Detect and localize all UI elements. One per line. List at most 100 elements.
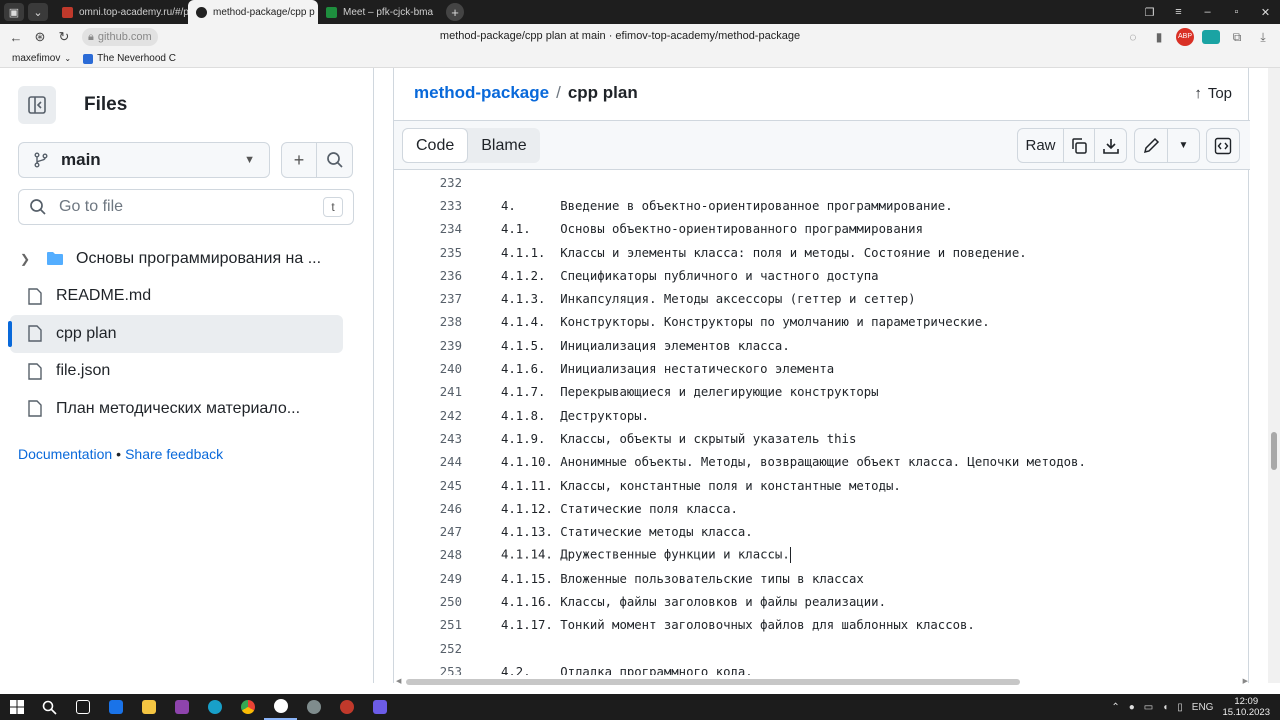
documentation-link[interactable]: Documentation [18, 446, 112, 462]
battery-icon[interactable]: ▯ [1177, 702, 1183, 713]
tabs-dropdown-button[interactable]: ⌄ [28, 3, 48, 21]
browser-menu-button[interactable]: ▣ [4, 3, 24, 21]
page-scrollbar[interactable] [1268, 68, 1280, 683]
taskbar-chrome[interactable] [231, 694, 264, 720]
bookmark-icon[interactable]: ▮ [1150, 30, 1168, 44]
line-number[interactable]: 248 [394, 548, 462, 562]
extension-icon[interactable] [1202, 30, 1220, 44]
bookmark-label: The Neverhood C [97, 53, 176, 64]
line-number[interactable]: 236 [394, 269, 462, 283]
horizontal-scrollbar[interactable]: ◀ ▶ [394, 677, 1250, 687]
chrome-icon [240, 700, 255, 714]
protect-icon[interactable]: ⊛ [28, 29, 52, 45]
url-field[interactable]: 🔒︎ github.com [82, 28, 158, 46]
translate-icon[interactable]: ◌ [1124, 30, 1142, 44]
taskbar-explorer[interactable] [132, 694, 165, 720]
tree-item-readme[interactable]: README.md [0, 278, 374, 316]
scrollbar-thumb[interactable] [1271, 432, 1277, 470]
line-number[interactable]: 252 [394, 642, 462, 656]
download-icon[interactable]: ⤓ [1254, 30, 1272, 45]
tree-item-folder[interactable]: ❯ Основы программирования на ... [0, 240, 374, 278]
tab-github[interactable]: method-package/cpp p ✕ [188, 0, 318, 24]
meet-favicon-icon [326, 6, 337, 18]
line-number[interactable]: 247 [394, 525, 462, 539]
line-number[interactable]: 241 [394, 385, 462, 399]
line-number[interactable]: 242 [394, 409, 462, 423]
line-number[interactable]: 244 [394, 455, 462, 469]
line-number[interactable]: 253 [394, 665, 462, 675]
line-number[interactable]: 239 [394, 339, 462, 353]
line-number[interactable]: 250 [394, 595, 462, 609]
taskbar-app-2[interactable] [330, 694, 363, 720]
collapse-sidebar-button[interactable] [18, 86, 56, 124]
scrollbar-thumb[interactable] [406, 679, 1020, 685]
tab-blame[interactable]: Blame [468, 128, 539, 163]
add-file-button[interactable]: + [281, 142, 317, 178]
microphone-icon[interactable]: ● [1129, 702, 1135, 713]
new-tab-button[interactable]: + [446, 3, 464, 21]
bookmark-neverhood[interactable]: The Neverhood C [83, 53, 176, 64]
search-button[interactable] [317, 142, 353, 178]
close-window-icon[interactable]: ✕ [1251, 6, 1280, 19]
minimize-icon[interactable]: – [1193, 6, 1222, 19]
branch-selector[interactable]: main ▼ [18, 142, 270, 178]
clock[interactable]: 12:09 15.10.2023 [1222, 696, 1270, 718]
line-content: 4.1.12. Статические поля класса. [501, 501, 738, 516]
line-number[interactable]: 243 [394, 432, 462, 446]
taskbar-app-1[interactable] [297, 694, 330, 720]
tree-item-file-json[interactable]: file.json [0, 353, 374, 391]
taskbar-search-button[interactable] [33, 694, 66, 720]
tab-omni[interactable]: omni.top-academy.ru/#/pi [54, 0, 188, 24]
share-feedback-link[interactable]: Share feedback [125, 446, 223, 462]
line-number[interactable]: 240 [394, 362, 462, 376]
line-number[interactable]: 238 [394, 315, 462, 329]
start-button[interactable] [0, 694, 33, 720]
top-button[interactable]: ↑ Top [1194, 85, 1232, 102]
folder-icon [141, 700, 156, 714]
edit-button[interactable] [1135, 129, 1168, 162]
tab-code[interactable]: Code [402, 128, 469, 163]
symbols-panel-button[interactable] [1206, 128, 1240, 163]
breadcrumb-repo-link[interactable]: method-package [414, 83, 549, 103]
taskbar-visual-studio[interactable] [165, 694, 198, 720]
language-indicator[interactable]: ENG [1192, 702, 1214, 713]
line-number[interactable]: 245 [394, 479, 462, 493]
raw-button[interactable]: Raw [1018, 129, 1064, 162]
line-number[interactable]: 233 [394, 199, 462, 213]
adblock-icon[interactable]: ABP [1176, 28, 1194, 46]
network-icon[interactable]: ▭ [1144, 702, 1153, 713]
volume-icon[interactable]: ◖ [1162, 702, 1168, 713]
code-line: 252 [394, 637, 1250, 660]
copy-raw-button[interactable] [1064, 129, 1095, 162]
edit-options-button[interactable]: ▼ [1168, 129, 1199, 162]
tree-item-cpp-plan[interactable]: cpp plan [8, 315, 343, 353]
menu-icon[interactable]: ≡ [1164, 6, 1193, 19]
back-icon[interactable]: ← [4, 30, 28, 45]
line-number[interactable]: 234 [394, 222, 462, 236]
collections-icon[interactable]: ⧉ [1228, 30, 1246, 45]
line-number[interactable]: 251 [394, 618, 462, 632]
bookmark-profile[interactable]: maxefimov ⌄ [12, 53, 71, 64]
taskbar-yandex-browser[interactable] [264, 694, 297, 720]
tab-meet[interactable]: Meet – pfk-cjck-bma [318, 0, 438, 24]
line-number[interactable]: 237 [394, 292, 462, 306]
scroll-right-icon[interactable]: ▶ [1243, 677, 1248, 685]
line-number[interactable]: 249 [394, 572, 462, 586]
code-view[interactable]: 232 233 4. Введение в объектно-ориентирова… [394, 171, 1250, 675]
download-raw-button[interactable] [1095, 129, 1126, 162]
taskbar-edge[interactable] [198, 694, 231, 720]
chevron-up-icon[interactable]: ⌃ [1111, 702, 1119, 713]
tree-item-plan[interactable]: План методических материало... [0, 390, 374, 428]
taskbar-vscode[interactable] [363, 694, 396, 720]
line-number[interactable]: 246 [394, 502, 462, 516]
scroll-left-icon[interactable]: ◀ [396, 677, 401, 685]
restore-icon[interactable]: ▫ [1222, 6, 1251, 19]
tabs-panel-icon[interactable]: ❐ [1135, 6, 1164, 19]
reload-icon[interactable]: ↻ [52, 29, 76, 45]
line-number[interactable]: 235 [394, 246, 462, 260]
go-to-file-input[interactable]: Go to file t [18, 189, 354, 225]
task-view-button[interactable] [66, 694, 99, 720]
taskbar-store[interactable] [99, 694, 132, 720]
line-number[interactable]: 232 [394, 176, 462, 190]
line-content: 4. Введение в объектно-ориентированное п… [501, 198, 953, 213]
